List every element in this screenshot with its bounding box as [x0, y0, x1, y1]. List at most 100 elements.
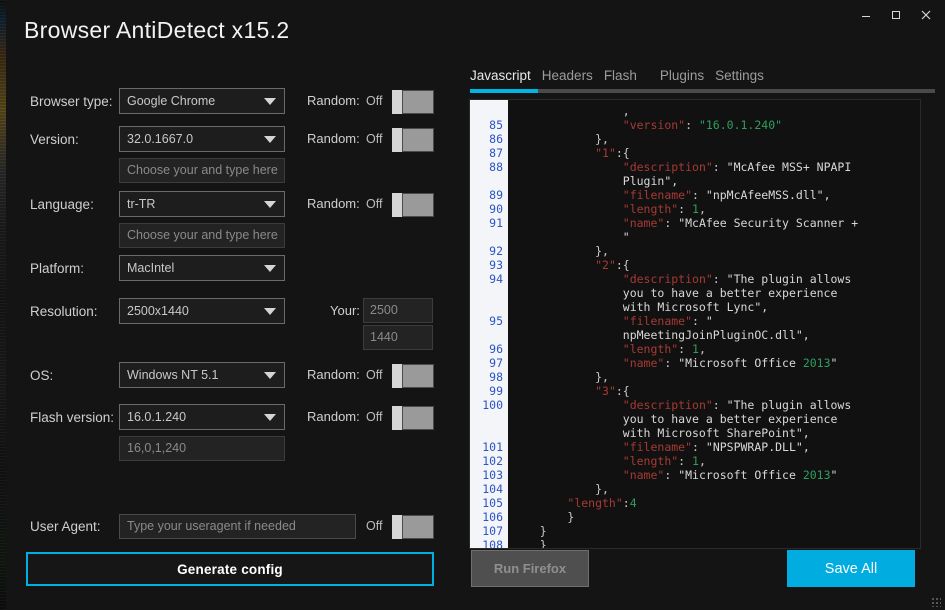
code-token: : [692, 314, 706, 328]
resize-grip[interactable] [931, 597, 941, 607]
code-token: 1 [692, 202, 699, 216]
line-number: 102 [470, 454, 508, 468]
close-button[interactable] [911, 0, 941, 30]
tab-settings[interactable]: Settings [715, 68, 775, 89]
code-token: :{ [616, 384, 630, 398]
maximize-button[interactable] [881, 0, 911, 30]
tab-underline-track [470, 89, 935, 93]
row-user-agent: User Agent: Type your useragent if neede… [0, 513, 460, 541]
code-token: : [678, 202, 692, 216]
flash-random-toggle[interactable] [392, 406, 434, 430]
os-random-toggle[interactable] [392, 364, 434, 388]
code-line: }, [512, 244, 920, 258]
line-number: 99 [470, 384, 508, 398]
code-token: , [699, 454, 706, 468]
user-agent-toggle-state: Off [366, 519, 382, 533]
version-custom-input[interactable]: Choose your and type here [119, 158, 285, 183]
code-line: with Microsoft Lync", [512, 300, 920, 314]
code-line: "name": "Microsoft Office 2013" [512, 356, 920, 370]
generate-config-button[interactable]: Generate config [26, 552, 434, 586]
line-number: 85 [470, 118, 508, 132]
row-os: OS: Windows NT 5.1 Random: Off [0, 362, 460, 390]
code-token [512, 272, 623, 286]
os-toggle-state: Off [366, 368, 382, 382]
code-token [512, 216, 623, 230]
flash-version-select[interactable]: 16.0.1.240 [119, 404, 285, 430]
code-token: } [512, 510, 574, 524]
code-token: "3" [595, 384, 616, 398]
code-token: you to have a better experience [512, 412, 837, 426]
code-line: "name": "McAfee Security Scanner + [512, 216, 920, 230]
code-token: : [664, 216, 678, 230]
line-number: 95 [470, 314, 508, 328]
browser-type-select[interactable]: Google Chrome [119, 88, 285, 114]
code-content[interactable]: , "version": "16.0.1.240" }, "1":{ "desc… [508, 100, 920, 548]
code-line: "1":{ [512, 146, 920, 160]
code-token: "length" [623, 342, 678, 356]
tab-plugins[interactable]: Plugins [660, 68, 715, 89]
version-random-toggle[interactable] [392, 128, 434, 152]
user-agent-toggle[interactable] [392, 515, 434, 539]
code-token: "2" [595, 258, 616, 272]
os-select[interactable]: Windows NT 5.1 [119, 362, 285, 388]
code-line: you to have a better experience [512, 412, 920, 426]
code-token: "16.0.1.240" [699, 118, 782, 132]
minimize-button[interactable] [851, 0, 881, 30]
platform-select[interactable]: MacIntel [119, 255, 285, 281]
toggle-knob [392, 515, 402, 539]
background-window-strip-overlay [0, 0, 6, 610]
save-all-button[interactable]: Save All [787, 550, 915, 587]
code-token: 4 [630, 496, 637, 510]
code-token: " [831, 356, 838, 370]
code-token: "filename" [623, 188, 692, 202]
language-custom-input[interactable]: Choose your and type here [119, 223, 285, 248]
tab-headers[interactable]: Headers [542, 68, 604, 89]
code-line: }, [512, 132, 920, 146]
flash-version-custom-input[interactable]: 16,0,1,240 [119, 436, 285, 461]
code-line: "length":4 [512, 496, 920, 510]
chevron-down-icon [264, 136, 276, 143]
browser-type-random-toggle[interactable] [392, 90, 434, 114]
resolution-width-input[interactable]: 2500 [363, 298, 433, 323]
user-agent-input[interactable]: Type your useragent if needed [119, 514, 356, 539]
resolution-height-input[interactable]: 1440 [363, 325, 433, 350]
code-token [512, 146, 595, 160]
code-editor[interactable]: 8586878889909192939495969798991001011021… [469, 99, 921, 549]
code-token [512, 342, 623, 356]
run-firefox-button[interactable]: Run Firefox [471, 550, 589, 587]
code-token: "description" [623, 160, 713, 174]
code-line: "filename": "NPSPWRAP.DLL", [512, 440, 920, 454]
code-line: "length": 1, [512, 454, 920, 468]
code-token [512, 356, 623, 370]
language-select[interactable]: tr-TR [119, 191, 285, 217]
code-token: Plugin", [512, 174, 678, 188]
code-token: "name" [623, 356, 665, 370]
code-token: "length" [623, 454, 678, 468]
row-resolution: Resolution: 2500x1440 Your: 2500 1440 [0, 298, 460, 326]
code-line: } [512, 524, 920, 538]
tab-javascript[interactable]: Javascript [470, 68, 542, 89]
code-token: : [678, 454, 692, 468]
line-number-gutter: 8586878889909192939495969798991001011021… [470, 100, 508, 548]
version-select[interactable]: 32.0.1667.0 [119, 126, 285, 152]
line-number [470, 286, 508, 300]
resolution-select[interactable]: 2500x1440 [119, 298, 285, 324]
code-token: 2013 [803, 468, 831, 482]
toggle-track [402, 90, 434, 114]
code-line: } [512, 538, 920, 548]
code-line: "filename": " [512, 314, 920, 328]
toggle-knob [392, 90, 402, 114]
code-token: : [713, 398, 727, 412]
code-token: }, [512, 482, 609, 496]
toggle-track [402, 406, 434, 430]
code-token: }, [512, 132, 609, 146]
code-token: } [512, 524, 547, 538]
code-line: "name": "Microsoft Office 2013" [512, 468, 920, 482]
tab-flash[interactable]: Flash [604, 68, 648, 89]
code-line: } [512, 510, 920, 524]
code-token: "filename" [623, 314, 692, 328]
language-random-toggle[interactable] [392, 193, 434, 217]
line-number [470, 104, 508, 118]
line-number: 108 [470, 538, 508, 549]
code-token: } [512, 538, 547, 548]
